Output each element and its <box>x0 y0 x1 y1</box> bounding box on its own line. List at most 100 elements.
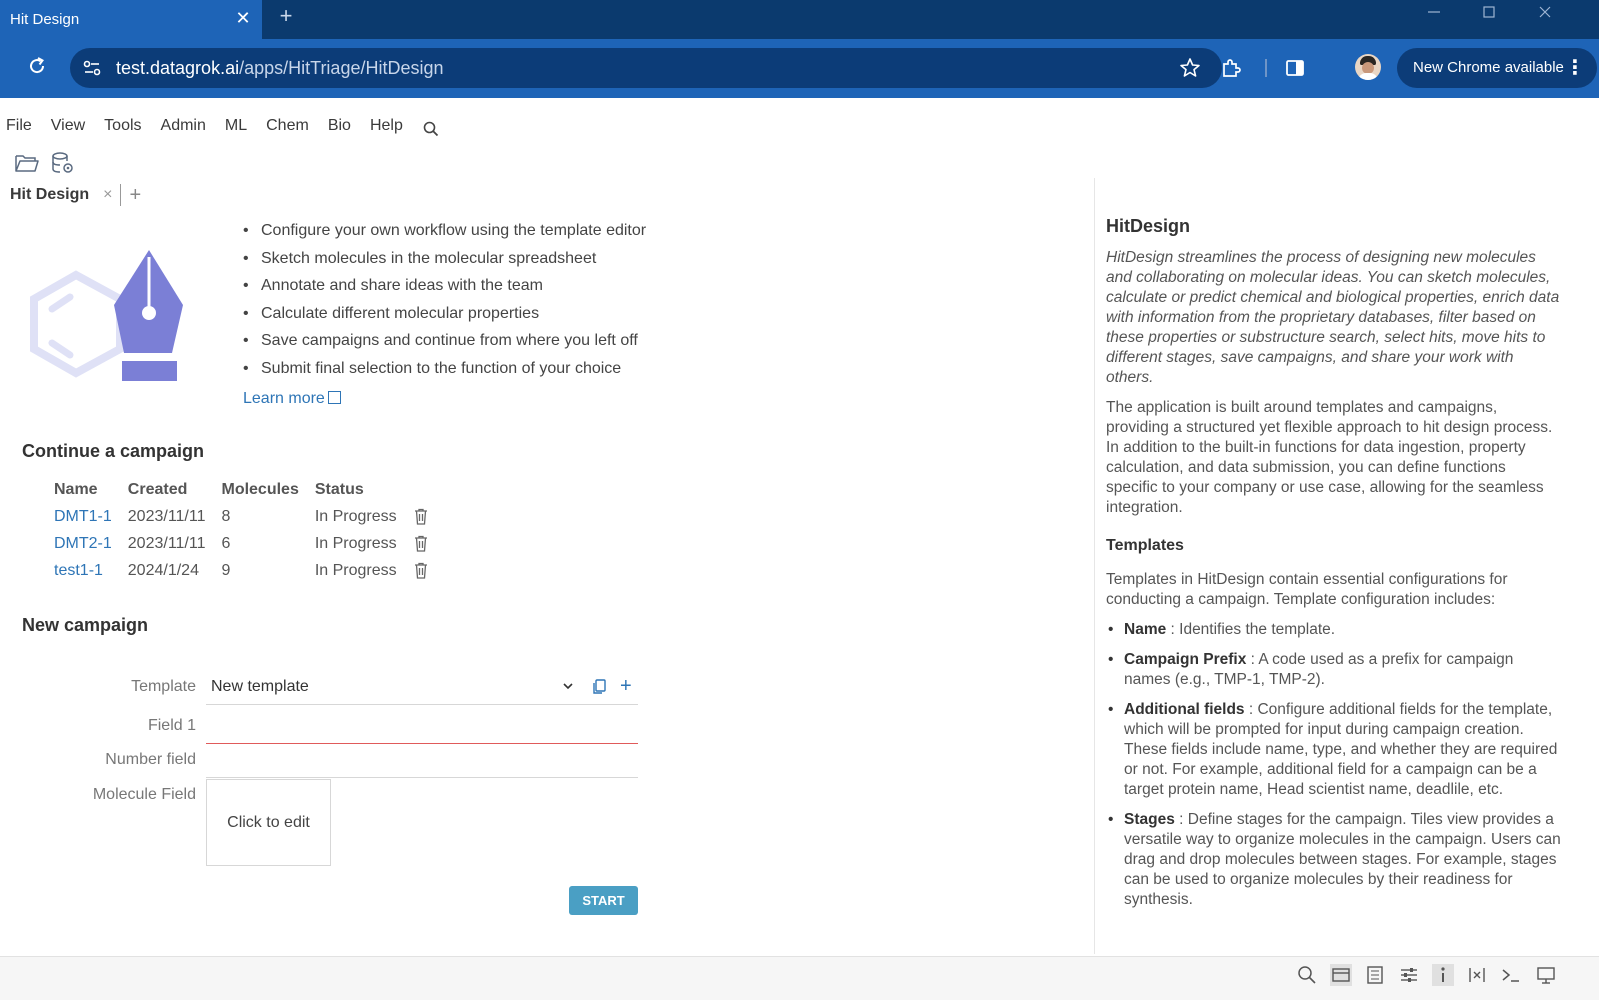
database-settings-icon[interactable] <box>50 150 76 176</box>
column-header-name: Name <box>54 481 98 498</box>
view-tab-hit-design[interactable]: Hit Design <box>10 186 89 204</box>
feature-item: Configure your own workflow using the te… <box>243 222 646 250</box>
maximize-icon[interactable] <box>1471 4 1507 26</box>
extensions-icon[interactable] <box>1219 56 1243 80</box>
search-icon[interactable] <box>1296 964 1318 986</box>
chrome-update-label: New Chrome available <box>1413 59 1564 76</box>
view-tab-close-icon[interactable]: × <box>103 186 112 204</box>
learn-more-link[interactable]: Learn more <box>243 390 341 408</box>
chrome-update-button[interactable]: New Chrome available ⋮ <box>1397 48 1597 88</box>
side-panel-icon[interactable] <box>1283 56 1307 80</box>
open-folder-icon[interactable] <box>14 150 40 176</box>
menu-help[interactable]: Help <box>370 109 403 135</box>
list-item: Stages : Define stages for the campaign.… <box>1106 810 1561 910</box>
feature-item: Annotate and share ideas with the team <box>243 277 646 305</box>
molecule-sketcher[interactable]: Click to edit <box>206 779 331 866</box>
column-header-molecules: Molecules <box>221 481 299 498</box>
campaign-molecules: 8 <box>221 507 231 525</box>
close-window-icon[interactable] <box>1527 4 1563 26</box>
templates-heading: Templates <box>1106 537 1184 554</box>
template-underline <box>206 704 638 705</box>
templates-intro: Templates in HitDesign contain essential… <box>1106 571 1508 608</box>
column-header-status: Status <box>314 481 364 498</box>
delete-campaign-button[interactable] <box>405 503 437 530</box>
search-icon[interactable] <box>422 120 440 138</box>
list-item: Campaign Prefix : A code used as a prefi… <box>1106 650 1561 690</box>
browser-toolbar: test.datagrok.ai/apps/HitTriage/HitDesig… <box>0 39 1599 98</box>
external-link-icon <box>327 391 341 404</box>
delete-campaign-button[interactable] <box>405 530 437 557</box>
trash-icon <box>414 508 427 525</box>
field1-input[interactable] <box>206 712 638 742</box>
menu-bio[interactable]: Bio <box>328 109 351 135</box>
campaign-status: In Progress <box>314 534 397 552</box>
menu-file[interactable]: File <box>6 109 32 135</box>
info-icon[interactable] <box>1432 964 1454 986</box>
chrome-menu-icon[interactable]: ⋮ <box>1565 48 1585 88</box>
app-menu-bar: File View Tools Admin ML Chem Bio Help <box>0 98 1599 146</box>
continue-campaign-title: Continue a campaign <box>22 441 205 461</box>
panel-body: The application is built around template… <box>1106 399 1553 516</box>
number-field-input[interactable] <box>206 747 638 777</box>
help-panel: HitDesign HitDesign streamlines the proc… <box>1106 216 1561 920</box>
menu-admin[interactable]: Admin <box>161 109 206 135</box>
campaigns-table: Name Created Molecules Status DMT1-1 202… <box>46 477 437 584</box>
toolbox-icon[interactable] <box>1330 964 1352 986</box>
table-row: test1-1 2024/1/24 9 In Progress <box>46 557 437 584</box>
settings-sliders-icon[interactable] <box>1398 964 1420 986</box>
trash-icon <box>414 535 427 552</box>
profile-avatar[interactable] <box>1355 54 1381 80</box>
browser-tab-strip: Hit Design ✕ + <box>0 0 1599 39</box>
start-button[interactable]: START <box>569 886 638 915</box>
browser-tab[interactable]: Hit Design ✕ <box>0 0 262 39</box>
add-view-tab-button[interactable]: + <box>129 184 141 207</box>
menu-ml[interactable]: ML <box>225 109 247 135</box>
feature-item: Submit final selection to the function o… <box>243 360 646 388</box>
campaign-molecules: 6 <box>221 534 231 552</box>
menu-tools[interactable]: Tools <box>104 109 141 135</box>
hit-design-logo <box>30 245 190 385</box>
table-row: DMT1-1 2023/11/11 8 In Progress <box>46 503 437 530</box>
tab-close-icon[interactable]: ✕ <box>233 8 253 28</box>
table-icon[interactable] <box>1364 964 1386 986</box>
add-template-icon[interactable]: + <box>620 676 632 696</box>
list-item-term: Name <box>1124 621 1167 638</box>
campaign-link[interactable]: DMT2-1 <box>46 530 120 557</box>
list-item-term: Additional fields <box>1124 701 1245 718</box>
feature-item: Calculate different molecular properties <box>243 305 646 333</box>
template-select[interactable]: New template <box>211 678 309 696</box>
template-label: Template <box>131 678 196 695</box>
console-icon[interactable] <box>1500 964 1522 986</box>
list-item-desc: : Identifies the template. <box>1166 621 1336 638</box>
chevron-down-icon[interactable] <box>561 679 575 693</box>
address-bar[interactable]: test.datagrok.ai/apps/HitTriage/HitDesig… <box>70 48 1222 88</box>
new-tab-button[interactable]: + <box>274 4 298 28</box>
campaign-status: In Progress <box>314 561 397 579</box>
url-host: test.datagrok.ai <box>116 58 240 78</box>
column-header-created: Created <box>127 481 188 498</box>
campaign-molecules: 9 <box>221 561 231 579</box>
quick-toolbar <box>14 150 76 176</box>
table-header-row: Name Created Molecules Status <box>46 477 437 503</box>
variables-icon[interactable] <box>1466 964 1488 986</box>
campaign-link[interactable]: test1-1 <box>46 557 120 584</box>
list-item: Additional fields : Configure additional… <box>1106 700 1561 800</box>
presentation-icon[interactable] <box>1535 964 1557 986</box>
minimize-icon[interactable] <box>1416 4 1452 26</box>
list-item-term: Stages <box>1124 811 1175 828</box>
campaign-created: 2024/1/24 <box>127 561 199 579</box>
menu-chem[interactable]: Chem <box>266 109 309 135</box>
table-row: DMT2-1 2023/11/11 6 In Progress <box>46 530 437 557</box>
reload-icon[interactable] <box>25 54 49 78</box>
view-tab-strip: Hit Design × + <box>0 180 141 210</box>
bookmark-star-icon[interactable] <box>1178 56 1202 80</box>
campaign-link[interactable]: DMT1-1 <box>46 503 120 530</box>
panel-divider <box>1094 178 1095 954</box>
copy-template-icon[interactable] <box>591 678 607 695</box>
menu-view[interactable]: View <box>51 109 85 135</box>
toolbar-divider <box>1265 59 1267 77</box>
list-item-desc: : Define stages for the campaign. Tiles … <box>1124 811 1561 908</box>
delete-campaign-button[interactable] <box>405 557 437 584</box>
site-settings-icon[interactable] <box>82 58 102 78</box>
new-campaign-title: New campaign <box>22 615 149 635</box>
